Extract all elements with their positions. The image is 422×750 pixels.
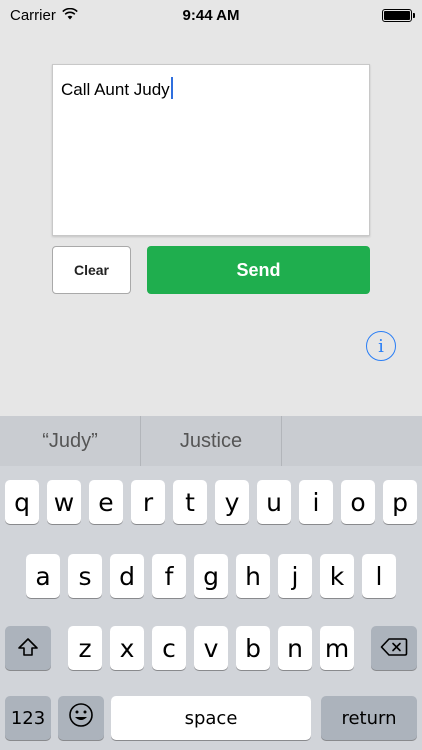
key-x[interactable]: x <box>110 626 144 670</box>
delete-icon <box>380 634 408 663</box>
key-s[interactable]: s <box>68 554 102 598</box>
key-w[interactable]: w <box>47 480 81 524</box>
key-p[interactable]: p <box>383 480 417 524</box>
key-u[interactable]: u <box>257 480 291 524</box>
return-key[interactable]: return <box>321 696 417 740</box>
key-y[interactable]: y <box>215 480 249 524</box>
key-v[interactable]: v <box>194 626 228 670</box>
key-a[interactable]: a <box>26 554 60 598</box>
info-glyph: i <box>378 335 384 357</box>
status-bar: Carrier 9:44 AM <box>0 0 422 30</box>
key-t[interactable]: t <box>173 480 207 524</box>
suggestion-3[interactable] <box>282 416 422 466</box>
key-h[interactable]: h <box>236 554 270 598</box>
delete-key[interactable] <box>371 626 417 670</box>
key-z[interactable]: z <box>68 626 102 670</box>
key-f[interactable]: f <box>152 554 186 598</box>
carrier-label: Carrier <box>10 6 56 24</box>
numbers-key[interactable]: 123 <box>5 696 51 740</box>
key-m[interactable]: m <box>320 626 354 670</box>
info-icon[interactable]: i <box>366 331 396 361</box>
suggestion-bar: “Judy” Justice <box>0 416 422 466</box>
status-left: Carrier <box>10 7 78 24</box>
key-g[interactable]: g <box>194 554 228 598</box>
text-caret <box>170 77 173 99</box>
send-button[interactable]: Send <box>147 246 370 294</box>
suggestion-1[interactable]: “Judy” <box>0 416 140 466</box>
key-c[interactable]: c <box>152 626 186 670</box>
key-r[interactable]: r <box>131 480 165 524</box>
key-l[interactable]: l <box>362 554 396 598</box>
key-k[interactable]: k <box>320 554 354 598</box>
keyboard: “Judy” Justice q w e r t y u i o p a s d… <box>0 416 422 750</box>
key-e[interactable]: e <box>89 480 123 524</box>
shift-key[interactable] <box>5 626 51 670</box>
key-b[interactable]: b <box>236 626 270 670</box>
wifi-icon <box>62 7 78 24</box>
key-n[interactable]: n <box>278 626 312 670</box>
battery-icon <box>382 8 415 22</box>
key-j[interactable]: j <box>278 554 312 598</box>
key-d[interactable]: d <box>110 554 144 598</box>
emoji-icon <box>68 702 94 734</box>
battery-fill <box>384 10 410 20</box>
message-text-field[interactable]: Call Aunt Judy <box>52 64 370 236</box>
suggestion-2[interactable]: Justice <box>141 416 281 466</box>
shift-icon <box>17 634 39 663</box>
message-text: Call Aunt Judy <box>61 80 170 99</box>
key-i[interactable]: i <box>299 480 333 524</box>
emoji-key[interactable] <box>58 696 104 740</box>
key-q[interactable]: q <box>5 480 39 524</box>
key-o[interactable]: o <box>341 480 375 524</box>
space-key[interactable]: space <box>111 696 311 740</box>
clear-button[interactable]: Clear <box>52 246 131 294</box>
